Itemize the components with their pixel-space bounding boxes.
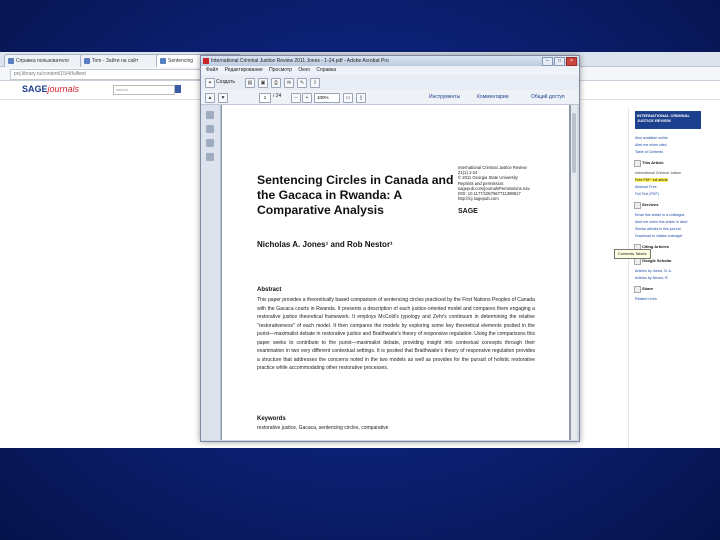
sidebar-link[interactable]: Abstract Free [635,185,657,189]
browser-tab[interactable]: Справка пользователя [4,54,89,67]
page-total: / 24 [273,93,282,99]
sidebar-link[interactable]: Alert me when cited [635,143,667,147]
page-thumbnails-icon[interactable] [206,111,214,119]
sidebar-section-heading: Share [642,286,654,291]
sage-journals-logo[interactable]: SAGEjournals [22,84,79,94]
browser-tab[interactable]: Tom - Зайти на сайт [80,54,165,67]
menu-view[interactable]: Просмотр [269,67,292,73]
sidebar-link[interactable]: Alert me when this article is cited [635,220,687,224]
next-page-icon[interactable]: ▼ [218,93,228,103]
main-toolbar: ✦ Создать ▤ ▣ ⎙ ✉ ✎ ⇪ [201,75,579,91]
article-title: Sentencing Circles in Canada and the Gac… [257,173,454,217]
tools-pane-button[interactable]: Инструменты [429,93,460,101]
search-go-button[interactable] [175,85,181,93]
signatures-icon[interactable] [206,153,214,161]
section-icon [634,160,641,167]
sidebar-link[interactable]: Full Text (PDF) [635,192,659,196]
comments-pane-button[interactable]: Комментарии [477,93,509,101]
sidebar-link[interactable]: Free PDF: full article [635,178,668,182]
zoom-in-icon[interactable]: + [302,93,312,103]
bookmarks-icon[interactable] [206,125,214,133]
journal-cover[interactable]: INTERNATIONAL CRIMINAL JUSTICE REVIEW [635,111,701,129]
sidebar-link[interactable]: Table of Contents [635,150,663,154]
sidebar-link[interactable]: Email this article to a colleague [635,213,685,217]
menu-edit[interactable]: Редактирование [225,67,263,73]
sidebar-section-heading: Google Scholar [642,258,672,263]
menu-bar: Файл Редактирование Просмотр Окно Справк… [201,66,579,75]
favicon-icon [84,58,90,64]
document-view[interactable]: International Criminal Justice Review 21(… [221,105,577,440]
sidebar-link[interactable]: International Criminal Justice [635,171,681,175]
vertical-scrollbar[interactable] [571,105,577,440]
share-pane-button[interactable]: Общий доступ [531,93,565,101]
pdf-viewer-window: International Criminal Justice Review 20… [200,55,580,442]
previous-page-icon[interactable]: ▲ [205,93,215,103]
tab-label: Sentencing [168,58,194,64]
favicon-icon [160,58,166,64]
menu-window[interactable]: Окно [298,67,310,73]
comment-icon[interactable]: ✎ [297,78,307,88]
minimize-button[interactable]: – [542,57,553,66]
tab-label: Tom - Зайти на сайт [92,58,139,64]
sidebar-link[interactable]: Articles by Nestor, R. [635,276,669,280]
maximize-button[interactable]: □ [554,57,565,66]
journal-metadata: International Criminal Justice Review 21(… [458,165,558,201]
keywords-text: restorative justice, Gacaca, sentencing … [257,425,389,431]
zoom-out-icon[interactable]: – [291,93,301,103]
zoom-select[interactable]: 100% [314,93,340,103]
acrobat-icon [203,58,209,64]
sidebar-link[interactable]: Also available online [635,136,668,140]
fit-page-icon[interactable]: ▭ [343,93,353,103]
section-icon [634,258,641,265]
sidebar-link[interactable]: Related Links [635,297,657,301]
keywords-heading: Keywords [257,416,286,422]
article-sidebar: INTERNATIONAL CRIMINAL JUSTICE REVIEW Al… [628,108,709,448]
close-button[interactable]: × [566,57,577,66]
email-icon[interactable]: ✉ [284,78,294,88]
favicon-icon [8,58,14,64]
create-button[interactable]: Создать [216,78,235,87]
url-input[interactable]: pnj.library.ru/content/15/4/fulltext [10,69,205,80]
article-authors: Nicholas A. Jones¹ and Rob Nestor¹ [257,240,393,249]
navigation-pane [201,105,221,440]
save-icon[interactable]: ▣ [258,78,268,88]
sidebar-link[interactable]: Download to citation manager [635,234,683,238]
section-icon [634,286,641,293]
share-icon[interactable]: ⇪ [310,78,320,88]
fit-width-icon[interactable]: ▯ [356,93,366,103]
create-icon: ✦ [205,78,215,88]
sidebar-section-heading: This Article [642,160,664,165]
attachments-icon[interactable] [206,139,214,147]
open-icon[interactable]: ▤ [245,78,255,88]
scroll-thumb[interactable] [572,113,576,173]
window-title-bar[interactable]: International Criminal Justice Review 20… [201,56,579,66]
publisher-logo: SAGE [458,208,478,215]
metadata-line: http://icj.sagepub.com [458,196,499,202]
tab-label: Справка пользователя [16,58,69,64]
pdf-page: International Criminal Justice Review 21(… [222,105,569,440]
page-number-input[interactable]: 1 [259,93,271,103]
window-title: International Criminal Justice Review 20… [211,58,389,64]
menu-help[interactable]: Справка [316,67,336,73]
menu-file[interactable]: Файл [206,67,218,73]
abstract-text: This paper provides a theoretically base… [257,297,535,371]
window-controls: – □ × [541,57,577,66]
site-search-input[interactable]: search [113,85,175,95]
tooltip: Contents Tables [614,249,651,259]
print-icon[interactable]: ⎙ [271,78,281,88]
sidebar-link[interactable]: Similar articles in this journal [635,227,681,231]
section-icon [634,202,641,209]
abstract-heading: Abstract [257,287,282,293]
navigation-toolbar: ▲ ▼ 1 / 24 – + 100% ▭ ▯ Инструменты Комм… [201,90,579,105]
sidebar-section-heading: Services [642,202,659,207]
sidebar-link[interactable]: Articles by Jones, N. A. [635,269,672,273]
